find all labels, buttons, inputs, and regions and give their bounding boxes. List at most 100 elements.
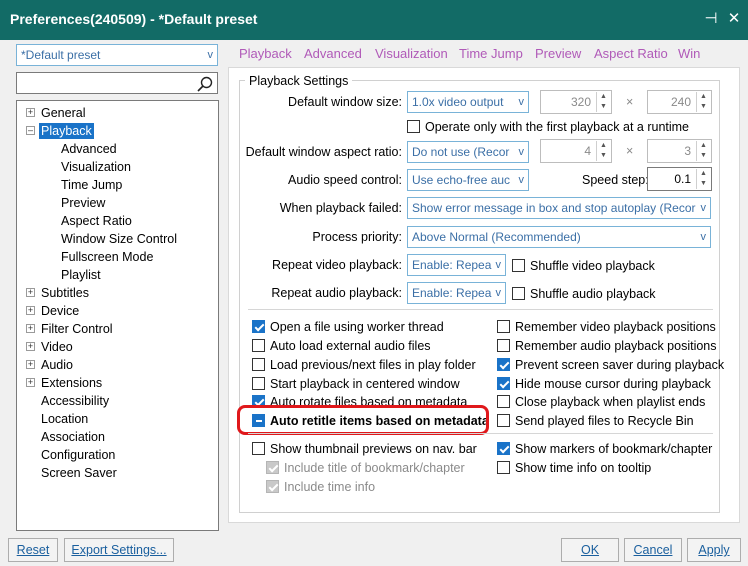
- cancel-button[interactable]: Cancel: [624, 538, 682, 562]
- tree-item-time-jump[interactable]: Time Jump: [59, 177, 124, 193]
- tree-item-screen-saver[interactable]: Screen Saver: [39, 465, 119, 481]
- checkbox-box[interactable]: [252, 377, 265, 391]
- tree-item-configuration[interactable]: Configuration: [39, 447, 117, 463]
- aspect-width-stepper[interactable]: 4 ▲ ▼: [540, 139, 612, 163]
- tree-item-video[interactable]: Video: [39, 339, 75, 355]
- option-checkbox[interactable]: Hide mouse cursor during playback: [497, 374, 711, 392]
- window-height-value: 240: [670, 95, 691, 109]
- search-input[interactable]: [16, 72, 218, 94]
- checkbox-box[interactable]: [497, 339, 510, 353]
- tab-time-jump[interactable]: Time Jump: [459, 46, 523, 61]
- checkbox-box[interactable]: [512, 259, 525, 273]
- audio-speed-select[interactable]: Use echo-free auc v: [407, 169, 529, 191]
- spin-arrows-icon[interactable]: ▲ ▼: [596, 92, 610, 112]
- checkbox-box[interactable]: [252, 358, 265, 372]
- checkbox-box[interactable]: [497, 358, 510, 372]
- pin-icon[interactable]: ⊣: [703, 10, 719, 28]
- option-checkbox[interactable]: Prevent screen saver during playback: [497, 355, 724, 373]
- expand-icon[interactable]: +: [26, 288, 35, 297]
- checkbox-box[interactable]: [252, 339, 265, 353]
- tree-item-filter-control[interactable]: Filter Control: [39, 321, 115, 337]
- speed-step-stepper[interactable]: 0.1 ▲ ▼: [647, 167, 712, 191]
- tree-item-window-size-control[interactable]: Window Size Control: [59, 231, 179, 247]
- window-width-stepper[interactable]: 320 ▲ ▼: [540, 90, 612, 114]
- option-checkbox[interactable]: Remember audio playback positions: [497, 336, 717, 354]
- close-icon[interactable]: ✕: [726, 10, 742, 28]
- tab-playback[interactable]: Playback: [239, 46, 292, 61]
- expand-icon[interactable]: +: [26, 306, 35, 315]
- tree-item-fullscreen-mode[interactable]: Fullscreen Mode: [59, 249, 155, 265]
- checkbox-box[interactable]: [497, 414, 510, 428]
- export-settings-button[interactable]: Export Settings...: [64, 538, 174, 562]
- include-time-checkbox[interactable]: Include time info: [266, 477, 375, 495]
- tab-win[interactable]: Win: [678, 46, 700, 61]
- ok-button[interactable]: OK: [561, 538, 619, 562]
- checkbox-box[interactable]: [266, 480, 279, 494]
- expand-icon[interactable]: +: [26, 324, 35, 333]
- spin-arrows-icon[interactable]: ▲ ▼: [696, 92, 710, 112]
- option-checkbox[interactable]: Send played files to Recycle Bin: [497, 411, 694, 429]
- expand-icon[interactable]: +: [26, 108, 35, 117]
- option-checkbox[interactable]: Open a file using worker thread: [252, 317, 444, 335]
- tab-aspect-ratio[interactable]: Aspect Ratio: [594, 46, 668, 61]
- spin-arrows-icon[interactable]: ▲ ▼: [596, 141, 610, 161]
- spin-arrows-icon[interactable]: ▲ ▼: [696, 141, 710, 161]
- checkbox-box[interactable]: [266, 461, 279, 475]
- preset-select[interactable]: *Default preset v: [16, 44, 218, 66]
- tree-item-subtitles[interactable]: Subtitles: [39, 285, 91, 301]
- window-height-stepper[interactable]: 240 ▲ ▼: [647, 90, 712, 114]
- checkbox-box[interactable]: [252, 442, 265, 456]
- window-size-select[interactable]: 1.0x video output v: [407, 91, 529, 113]
- spin-arrows-icon[interactable]: ▲ ▼: [696, 169, 710, 189]
- tree-item-aspect-ratio[interactable]: Aspect Ratio: [59, 213, 134, 229]
- include-title-checkbox[interactable]: Include title of bookmark/chapter: [266, 458, 465, 476]
- show-markers-checkbox[interactable]: Show markers of bookmark/chapter: [497, 439, 712, 457]
- tree-item-association[interactable]: Association: [39, 429, 107, 445]
- checkbox-box[interactable]: [252, 320, 265, 334]
- option-checkbox[interactable]: Close playback when playlist ends: [497, 392, 705, 410]
- checkbox-box[interactable]: [497, 320, 510, 334]
- tree-item-general[interactable]: General: [39, 105, 87, 121]
- aspect-ratio-select[interactable]: Do not use (Recor v: [407, 141, 529, 163]
- tree-item-audio[interactable]: Audio: [39, 357, 75, 373]
- collapse-icon[interactable]: –: [26, 126, 35, 135]
- tree-item-device[interactable]: Device: [39, 303, 81, 319]
- expand-icon[interactable]: +: [26, 342, 35, 351]
- repeat-video-select[interactable]: Enable: Repea v: [407, 254, 506, 276]
- tree-item-playlist[interactable]: Playlist: [59, 267, 103, 283]
- checkbox-box[interactable]: [497, 395, 510, 409]
- checkbox-box[interactable]: [512, 287, 525, 301]
- checkbox-box[interactable]: [497, 377, 510, 391]
- option-checkbox[interactable]: Start playback in centered window: [252, 374, 460, 392]
- expand-icon[interactable]: +: [26, 360, 35, 369]
- option-checkbox[interactable]: Load previous/next files in play folder: [252, 355, 476, 373]
- option-checkbox[interactable]: Remember video playback positions: [497, 317, 716, 335]
- first-playback-only-checkbox[interactable]: Operate only with the first playback at …: [407, 117, 689, 135]
- apply-button[interactable]: Apply: [687, 538, 741, 562]
- tree-item-playback[interactable]: Playback: [39, 123, 94, 139]
- tree-item-advanced[interactable]: Advanced: [59, 141, 119, 157]
- reset-button[interactable]: Reset: [8, 538, 58, 562]
- checkbox-box[interactable]: [407, 120, 420, 134]
- checkbox-box[interactable]: [497, 461, 510, 475]
- tab-advanced[interactable]: Advanced: [304, 46, 362, 61]
- time-tooltip-checkbox[interactable]: Show time info on tooltip: [497, 458, 651, 476]
- tree-item-location[interactable]: Location: [39, 411, 90, 427]
- option-checkbox[interactable]: Auto load external audio files: [252, 336, 431, 354]
- shuffle-video-checkbox[interactable]: Shuffle video playback: [512, 256, 655, 274]
- aspect-height-stepper[interactable]: 3 ▲ ▼: [647, 139, 712, 163]
- process-priority-select[interactable]: Above Normal (Recommended) v: [407, 226, 711, 248]
- tree-item-preview[interactable]: Preview: [59, 195, 107, 211]
- playback-failed-select[interactable]: Show error message in box and stop autop…: [407, 197, 711, 219]
- tree-item-accessibility[interactable]: Accessibility: [39, 393, 111, 409]
- expand-icon[interactable]: +: [26, 378, 35, 387]
- tree-item-visualization[interactable]: Visualization: [59, 159, 133, 175]
- repeat-audio-select[interactable]: Enable: Repea v: [407, 282, 506, 304]
- tab-visualization[interactable]: Visualization: [375, 46, 448, 61]
- shuffle-audio-checkbox[interactable]: Shuffle audio playback: [512, 284, 656, 302]
- checkbox-box[interactable]: [497, 442, 510, 456]
- search-icon[interactable]: [196, 75, 214, 93]
- tree-item-extensions[interactable]: Extensions: [39, 375, 104, 391]
- thumbnail-previews-checkbox[interactable]: Show thumbnail previews on nav. bar: [252, 439, 477, 457]
- tab-preview[interactable]: Preview: [535, 46, 581, 61]
